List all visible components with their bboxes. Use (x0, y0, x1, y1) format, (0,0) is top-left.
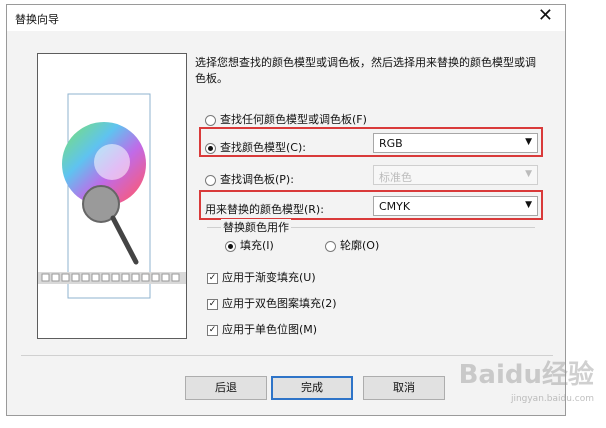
find-palette-value: 标准色 (379, 171, 412, 184)
checkbox-gradient-box[interactable]: ✓ (207, 272, 218, 284)
radio-fill[interactable]: 填充(I) (225, 237, 274, 253)
checkbox-two-color-pattern-label: 应用于双色图案填充(2) (222, 297, 337, 310)
radio-fill-label: 填充(I) (240, 239, 274, 252)
checkbox-gradient[interactable]: ✓ 应用于渐变填充(U) (207, 269, 316, 285)
radio-find-any[interactable]: 查找任何颜色模型或调色板(F) (205, 111, 367, 127)
instruction-text: 选择您想查找的颜色模型或调色板，然后选择用来替换的颜色模型或调色板。 (195, 56, 536, 85)
radio-outline-label: 轮廓(O) (340, 239, 380, 252)
chevron-down-icon: ▼ (525, 169, 532, 179)
radio-fill-button[interactable] (225, 240, 236, 252)
finish-button[interactable]: 完成 (271, 376, 353, 400)
highlight-box-find-model (199, 127, 543, 157)
radio-find-palette[interactable]: 查找调色板(P): (205, 171, 294, 187)
checkbox-two-color-pattern-box[interactable]: ✓ (207, 298, 218, 310)
color-wheel-preview-image (37, 53, 187, 339)
radio-outline[interactable]: 轮廓(O) (325, 237, 379, 253)
back-button[interactable]: 后退 (185, 376, 267, 400)
checkbox-mono-bitmap-label: 应用于单色位图(M) (222, 323, 318, 336)
replace-usage-group-title: 替换颜色用作 (221, 219, 291, 235)
radio-find-any-button[interactable] (205, 114, 216, 126)
checkbox-mono-bitmap-box[interactable]: ✓ (207, 324, 218, 336)
highlight-box-replace-model (199, 190, 543, 220)
watermark-url: jingyan.baidu.com (510, 394, 594, 404)
radio-outline-button[interactable] (325, 240, 336, 252)
cancel-button[interactable]: 取消 (363, 376, 445, 400)
radio-find-palette-label: 查找调色板(P): (220, 173, 294, 186)
magnifier-color-wheel-illustration (38, 93, 186, 299)
checkbox-two-color-pattern[interactable]: ✓ 应用于双色图案填充(2) (207, 295, 337, 311)
radio-find-palette-button[interactable] (205, 174, 216, 186)
checkbox-gradient-label: 应用于渐变填充(U) (222, 271, 316, 284)
close-icon[interactable]: ✕ (538, 7, 553, 25)
radio-find-any-label: 查找任何颜色模型或调色板(F) (220, 113, 367, 126)
title-bar: 替换向导 ✕ (7, 5, 565, 31)
watermark-logo: Baidu经验 (458, 360, 594, 390)
checkbox-mono-bitmap[interactable]: ✓ 应用于单色位图(M) (207, 321, 317, 337)
dialog-title: 替换向导 (15, 13, 59, 26)
find-palette-select: 标准色 ▼ (373, 165, 538, 185)
